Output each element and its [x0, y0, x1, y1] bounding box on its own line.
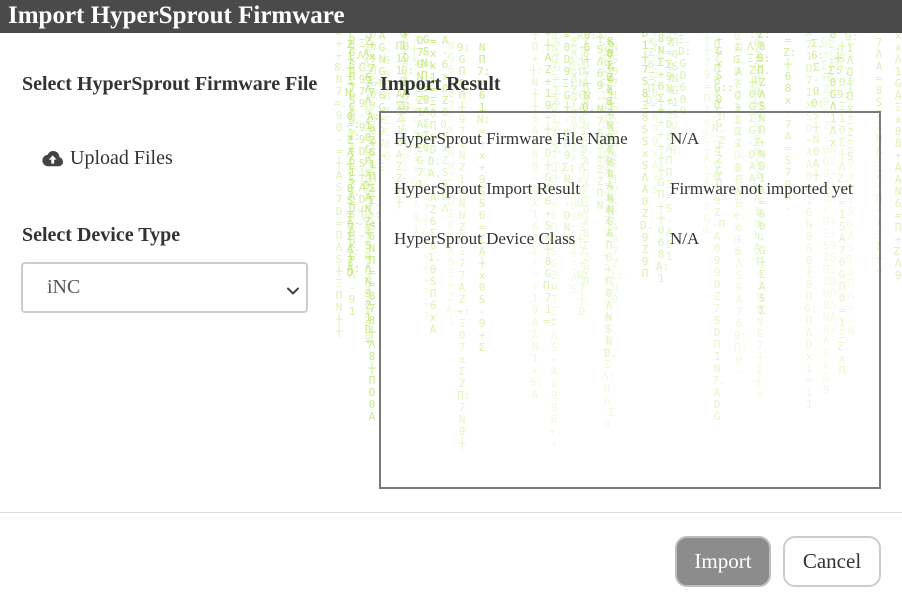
cancel-button[interactable]: Cancel	[783, 536, 881, 587]
matrix-glyph-column: 7+x7Σ.7-A:.6Z61ΠΣΣ-=6NΠ==878┼Λ8┼ΠD0A	[367, 33, 387, 423]
import-firmware-dialog: NS971=Σ6D┼Ξ17SΞA87Z1:.N9 ΞDA.9S8GA┼xx1:S=…	[0, 0, 902, 606]
result-row-label: HyperSprout Import Result	[394, 179, 581, 198]
result-row-label: HyperSprout Device Class	[394, 229, 576, 248]
matrix-glyph-column: ΞΛ:G979-99DS┼AD┼-.:-	[357, 37, 377, 242]
matrix-glyph-column: Ξ.D:GD609	[678, 33, 692, 118]
device-type-selected-value: iNC	[47, 276, 81, 298]
matrix-glyph-column: 06+-+N0.	[582, 33, 596, 114]
matrix-glyph-column: DGSΠ7SΛ=:x:+61ZAΠΣ.DxGA:	[347, 34, 361, 275]
footer-divider	[0, 512, 902, 513]
result-row-label: HyperSprout Firmware File Name	[394, 129, 628, 148]
matrix-glyph-column: D09ΠG07980+6Π┼1.+:S	[368, 33, 382, 233]
matrix-glyph-column: GxZ6ΞΠD:	[646, 33, 660, 107]
import-result-panel: HyperSprout Firmware File Name N/A Hyper…	[379, 111, 881, 489]
device-type-label: Select Device Type	[22, 224, 181, 246]
result-row-value: N/A	[670, 229, 700, 248]
matrix-glyph-column: 9x8=86N=Ξ7=Ξ9.=67Π+:8.Λ-91	[347, 41, 361, 318]
matrix-glyph-column: ZΛ.-6ΛΛ-10GΠxD:ANZ┼S=ΛN9Z1D+	[363, 35, 377, 348]
file-section-title: Select HyperSprout Firmware File	[22, 73, 318, 95]
matrix-glyph-column: D++8.N7=.90-=┼AS7D=ΠΛS┼ΞΠN┼┼	[334, 33, 348, 338]
device-type-select[interactable]: iNC	[21, 262, 308, 313]
matrix-glyph-column: xxΛ1GAΞx88+AAN6=Π+Z.Λ9	[893, 33, 902, 282]
import-result-title: Import Result	[380, 73, 501, 95]
cloud-upload-icon	[41, 150, 64, 168]
matrix-glyph-column: NΛΛ:ZΣΛNAΞ-Σ7+69x0.0+8AZ7AΛD9	[363, 33, 377, 345]
import-button[interactable]: Import	[675, 536, 771, 587]
chevron-down-icon	[286, 281, 300, 304]
result-row-value: N/A	[670, 129, 700, 148]
result-row-value: Firmware not imported yet	[670, 179, 853, 198]
upload-files-label: Upload Files	[70, 147, 173, 169]
upload-files-button[interactable]: Upload Files	[41, 147, 173, 170]
dialog-title: Import HyperSprout Firmware	[0, 0, 902, 33]
matrix-glyph-column: +Z1┼ΞN.-0-ZA┼10S=0ΣA7D	[345, 33, 359, 279]
